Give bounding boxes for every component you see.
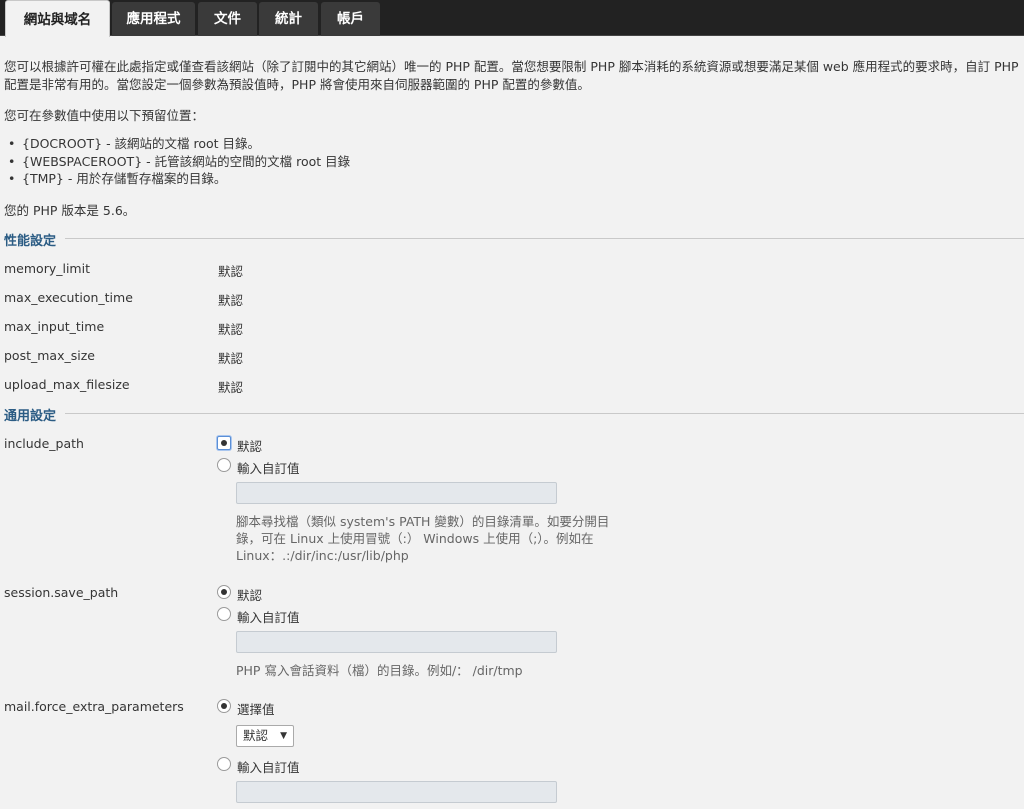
setting-value: 默認	[218, 322, 244, 337]
session-path-default-radio[interactable]	[217, 585, 231, 599]
placeholder-list: • {DOCROOT} - 該網站的文檔 root 目錄。 • {WEBSPACER…	[4, 135, 350, 188]
intro-paragraph: 您可以根據許可權在此處指定或僅查看該網站（除了訂閱中的其它網站）唯一的 PHP …	[4, 59, 1019, 92]
radio-label: 默認	[237, 439, 263, 454]
mail-force-input[interactable]	[236, 781, 557, 803]
radio-label: 輸入自訂值	[237, 610, 300, 625]
setting-value: 默認	[218, 351, 244, 366]
placeholders-intro: 您可在參數值中使用以下預留位置：	[4, 108, 205, 123]
tab-files[interactable]: 文件	[198, 2, 257, 36]
radio-label: 選擇值	[237, 702, 275, 717]
tab-websites-domains[interactable]: 網站與域名	[5, 0, 110, 37]
section-title-general: 通用設定	[4, 409, 57, 424]
include-path-hint-line: 錄，可在 Linux 上使用冒號（:） Windows 上使用（;）。例如在	[236, 531, 594, 546]
include-path-hint-line: Linux：.:/dir/inc:/usr/lib/php	[236, 548, 409, 563]
setting-value: 默認	[218, 293, 244, 308]
list-item: • {DOCROOT} - 該網站的文檔 root 目錄。	[8, 136, 261, 151]
php-version-text: 您的 PHP 版本是 5.6。	[4, 203, 136, 218]
mail-force-select-radio[interactable]	[217, 699, 231, 713]
setting-name: max_execution_time	[4, 290, 133, 305]
chevron-down-icon: ▼	[280, 731, 287, 741]
section-divider	[65, 413, 1024, 414]
include-path-default-radio[interactable]	[217, 436, 231, 450]
list-item: • {WEBSPACEROOT} - 託管該網站的空間的文檔 root 目錄	[8, 153, 351, 169]
radio-label: 輸入自訂值	[237, 461, 300, 476]
setting-name: max_input_time	[4, 319, 105, 334]
setting-value: 默認	[218, 380, 244, 395]
include-path-hint-line: 腳本尋找檔（類似 system's PATH 變數）的目錄清單。如要分開目	[236, 514, 610, 529]
setting-name: session.save_path	[4, 585, 119, 600]
include-path-custom-radio[interactable]	[217, 458, 231, 472]
radio-label: 輸入自訂值	[237, 760, 300, 775]
include-path-input[interactable]	[236, 482, 557, 504]
setting-value: 默認	[218, 264, 244, 279]
section-title-performance: 性能設定	[4, 234, 57, 249]
section-divider	[65, 238, 1024, 239]
tab-bar: 網站與域名 應用程式 文件 統計 帳戶	[0, 0, 1024, 37]
setting-name: upload_max_filesize	[4, 377, 130, 392]
session-path-input[interactable]	[236, 631, 557, 653]
setting-name: post_max_size	[4, 348, 95, 363]
setting-name: include_path	[4, 436, 84, 451]
session-path-custom-radio[interactable]	[217, 607, 231, 621]
setting-name: memory_limit	[4, 261, 90, 276]
radio-label: 默認	[237, 588, 263, 603]
tab-applications[interactable]: 應用程式	[112, 2, 195, 36]
session-path-hint: PHP 寫入會話資料（檔）的目錄。例如/： /dir/tmp	[236, 663, 523, 678]
list-item: • {TMP} - 用於存儲暫存檔案的目錄。	[8, 171, 227, 186]
mail-force-custom-radio[interactable]	[217, 757, 231, 771]
tab-statistics[interactable]: 統計	[259, 2, 318, 36]
tab-account[interactable]: 帳戶	[321, 2, 380, 36]
setting-name: mail.force_extra_parameters	[4, 699, 184, 714]
mail-force-select[interactable]: 默認 ▼	[236, 725, 294, 747]
select-value: 默認	[243, 728, 269, 743]
